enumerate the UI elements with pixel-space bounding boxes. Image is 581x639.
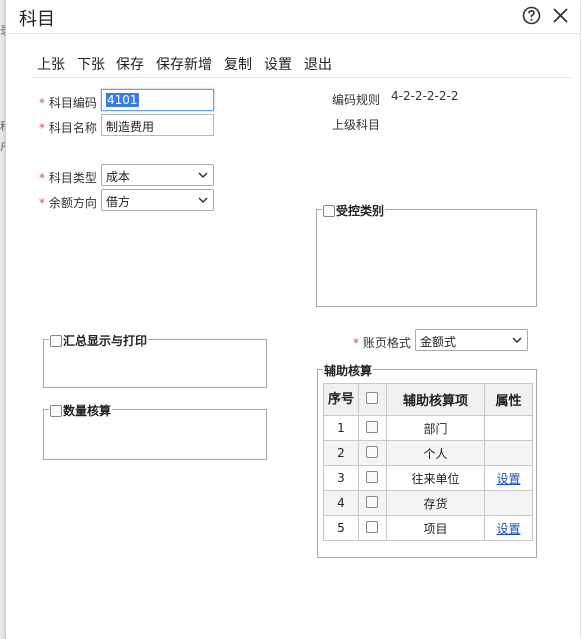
quantity-accounting-label: 数量核算 xyxy=(63,404,112,418)
controlled-category-label: 受控类别 xyxy=(336,204,385,218)
dialog-title: 科目 xyxy=(19,9,55,30)
subject-dialog: 科目 上张 下张 保存 保存新增 复制 设置 退出 * 科目编码 4101 * … xyxy=(5,0,581,639)
settings-button[interactable]: 设置 xyxy=(264,54,292,74)
row-checkbox[interactable] xyxy=(366,470,378,483)
row-item: 个人 xyxy=(386,440,485,466)
row-attr xyxy=(484,490,533,516)
row-settings-link[interactable]: 设置 xyxy=(496,522,520,536)
column-header-item: 辅助核算项 xyxy=(386,383,485,416)
row-checkbox[interactable] xyxy=(366,420,378,433)
save-button[interactable]: 保存 xyxy=(116,54,144,74)
row-checkbox[interactable] xyxy=(366,520,378,533)
row-no: 2 xyxy=(323,440,359,466)
table-header-row: 序号 辅助核算项 属性 xyxy=(323,383,533,416)
code-rule-label: 编码规则 xyxy=(332,93,381,107)
row-checkbox[interactable] xyxy=(366,445,378,458)
save-and-new-button[interactable]: 保存新增 xyxy=(156,54,212,74)
auxiliary-table: 序号 辅助核算项 属性 1 部门 2 个人 3 往来单位 设置 4 存货 5 项… xyxy=(323,383,533,541)
name-label: * 科目名称 xyxy=(39,121,97,135)
row-item: 部门 xyxy=(386,415,485,441)
row-no: 1 xyxy=(323,415,359,441)
auxiliary-accounting-label: 辅助核算 xyxy=(323,362,374,379)
close-icon[interactable] xyxy=(551,6,570,25)
summary-print-label: 汇总显示与打印 xyxy=(63,334,148,348)
table-row: 4 存货 xyxy=(323,490,533,516)
column-header-select xyxy=(358,383,387,416)
row-no: 5 xyxy=(323,515,359,541)
type-label: * 科目类型 xyxy=(39,171,97,185)
toolbar: 上张 下张 保存 保存新增 复制 设置 退出 xyxy=(31,50,571,78)
row-item: 存货 xyxy=(386,490,485,516)
previous-button[interactable]: 上张 xyxy=(37,54,65,74)
row-no: 3 xyxy=(323,465,359,491)
summary-print-group: 汇总显示与打印 xyxy=(43,332,267,388)
help-icon[interactable] xyxy=(522,6,541,25)
table-row: 1 部门 xyxy=(323,415,533,441)
quantity-accounting-checkbox[interactable] xyxy=(50,404,62,417)
column-header-no: 序号 xyxy=(323,383,359,416)
name-input[interactable]: 制造费用 xyxy=(101,114,214,136)
row-no: 4 xyxy=(323,490,359,516)
title-bar: 科目 xyxy=(6,0,581,34)
controlled-category-group: 受控类别 xyxy=(316,202,537,307)
code-input[interactable]: 4101 xyxy=(101,89,214,111)
type-select[interactable]: 成本 xyxy=(101,164,214,186)
table-row: 5 项目 设置 xyxy=(323,515,533,541)
chevron-down-icon xyxy=(198,172,208,179)
next-button[interactable]: 下张 xyxy=(77,54,105,74)
chevron-down-icon xyxy=(512,337,522,344)
row-attr xyxy=(484,440,533,466)
summary-print-checkbox[interactable] xyxy=(50,334,62,347)
code-label: * 科目编码 xyxy=(39,96,97,110)
ledger-format-select[interactable]: 金额式 xyxy=(415,329,528,351)
chevron-down-icon xyxy=(198,197,208,204)
ledger-format-label: * 账页格式 xyxy=(353,336,411,350)
balance-label: * 余额方向 xyxy=(39,196,97,210)
controlled-category-checkbox[interactable] xyxy=(323,204,335,217)
row-item: 往来单位 xyxy=(386,465,485,491)
row-checkbox[interactable] xyxy=(366,495,378,508)
code-rule-value: 4-2-2-2-2-2 xyxy=(391,89,459,103)
parent-label: 上级科目 xyxy=(332,118,381,132)
table-row: 3 往来单位 设置 xyxy=(323,465,533,491)
row-item: 项目 xyxy=(386,515,485,541)
balance-select[interactable]: 借方 xyxy=(101,189,214,211)
exit-button[interactable]: 退出 xyxy=(304,54,332,74)
copy-button[interactable]: 复制 xyxy=(224,54,252,74)
table-row: 2 个人 xyxy=(323,440,533,466)
row-attr xyxy=(484,415,533,441)
row-settings-link[interactable]: 设置 xyxy=(496,472,520,486)
quantity-accounting-group: 数量核算 xyxy=(43,402,267,460)
column-header-attr: 属性 xyxy=(484,383,533,416)
select-all-checkbox[interactable] xyxy=(366,391,378,404)
